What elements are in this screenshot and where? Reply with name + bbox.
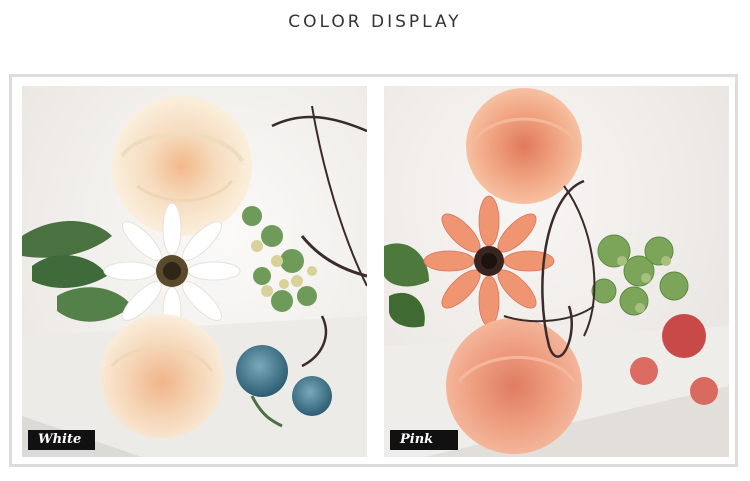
color-label-pink: Pink: [390, 430, 458, 450]
white-bouquet-photo: White: [22, 86, 367, 457]
color-label-white: White: [28, 430, 95, 450]
page-title: COLOR DISPLAY: [288, 12, 462, 32]
pink-bouquet-illustration: [384, 86, 729, 457]
white-bouquet-illustration: [22, 86, 367, 457]
pink-bouquet-photo: Pink: [384, 86, 729, 457]
